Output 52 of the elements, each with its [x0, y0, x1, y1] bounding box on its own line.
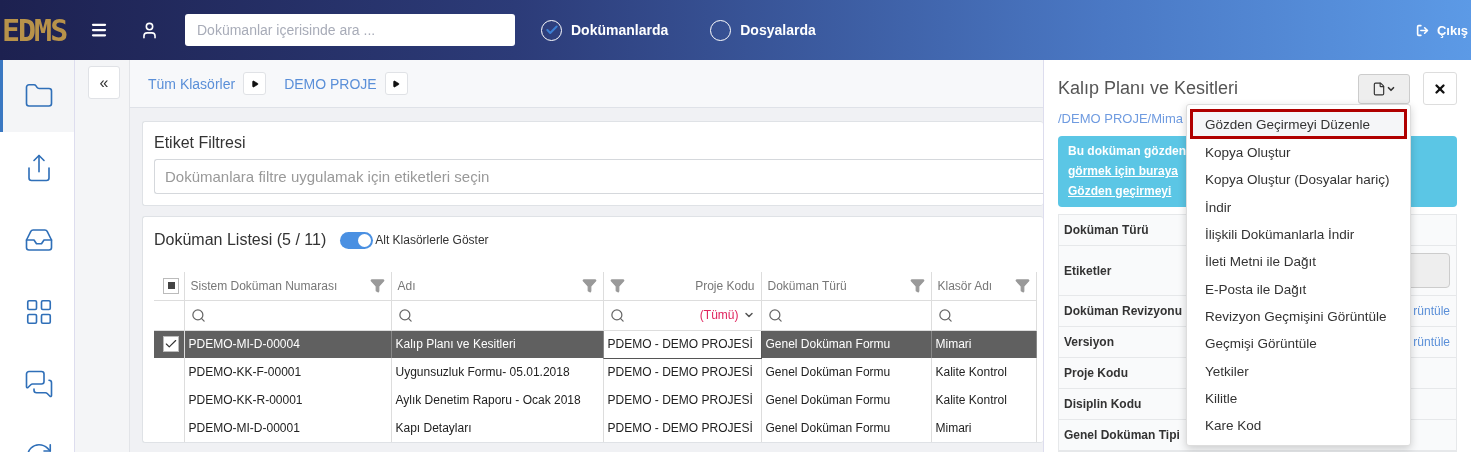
search-icon[interactable] — [397, 307, 413, 323]
caret-icon — [250, 79, 259, 88]
collapse-button[interactable]: « — [88, 66, 120, 99]
table-cell: Kapı Detayları — [391, 414, 603, 442]
filter-icon[interactable] — [909, 278, 925, 294]
search-field[interactable]: Dokümanlar içerisinde ara ... — [185, 14, 515, 46]
close-icon — [1433, 81, 1447, 96]
panel-title: Kalıp Planı ve Kesitleri — [1058, 78, 1240, 99]
breadcrumb-expand-button[interactable] — [243, 72, 267, 95]
filter-icon[interactable] — [1014, 278, 1030, 294]
scope-radio[interactable]: Dosyalarda — [710, 19, 816, 41]
column-header[interactable]: Doküman Türü — [767, 278, 904, 293]
folder-nav-item[interactable] — [0, 60, 74, 132]
filter-value[interactable]: (Tümü) — [628, 308, 739, 322]
menu-button[interactable] — [90, 21, 108, 39]
tag-filter-field[interactable]: Dokümanlara filtre uygulamak için etiketleri seçin — [154, 159, 1043, 194]
alert-text: Bu doküman gözden — [1068, 144, 1186, 158]
table-cell: Genel Doküman Formu — [761, 414, 931, 442]
caret-icon — [392, 79, 401, 88]
search-icon[interactable] — [767, 307, 783, 323]
table-cell: Mimari — [931, 414, 1036, 442]
document-actions-button[interactable] — [1358, 73, 1410, 104]
breadcrumb-expand-button[interactable] — [384, 72, 408, 95]
table-cell: PDEMO-MI-D-00001 — [184, 414, 391, 442]
table-cell: PDEMO - DEMO PROJESİ — [603, 414, 761, 442]
row-checkbox[interactable] — [163, 336, 179, 353]
search-icon[interactable] — [937, 307, 953, 323]
close-button[interactable] — [1423, 72, 1457, 105]
column-header[interactable]: Adı — [397, 278, 576, 293]
filter-icon[interactable] — [369, 278, 385, 294]
column-header[interactable]: Proje Kodu — [630, 278, 755, 293]
logout-icon — [1415, 23, 1429, 37]
field-label: Etiketler — [1064, 263, 1113, 278]
filter-icon[interactable] — [581, 278, 597, 294]
subfolder-toggle[interactable]: Alt Klasörlerle Göster — [340, 231, 489, 249]
field-label: Genel Doküman Tipi — [1064, 428, 1181, 442]
column-header[interactable]: Sistem Doküman Numarası — [190, 278, 364, 293]
logo: EDMS — [1, 12, 68, 48]
select-all-checkbox[interactable] — [163, 277, 179, 294]
filter-icon[interactable] — [609, 278, 625, 294]
chat-icon — [23, 369, 54, 399]
search-icon[interactable] — [609, 307, 625, 323]
user-button[interactable] — [140, 20, 159, 40]
check-icon — [544, 23, 559, 37]
document-icon — [1372, 81, 1386, 96]
scope-radio[interactable]: Dokümanlarda — [541, 19, 669, 41]
menu-item[interactable]: Gözden Geçirmeyi Düzenle — [1190, 109, 1407, 139]
search-icon[interactable] — [190, 307, 206, 323]
card-title: Doküman Listesi (5 / 11) — [154, 231, 327, 249]
table-cell: PDEMO - DEMO PROJESİ — [603, 330, 761, 358]
column-header[interactable]: Klasör Adı — [937, 278, 1009, 293]
card-title: Etiket Filtresi — [154, 134, 246, 151]
